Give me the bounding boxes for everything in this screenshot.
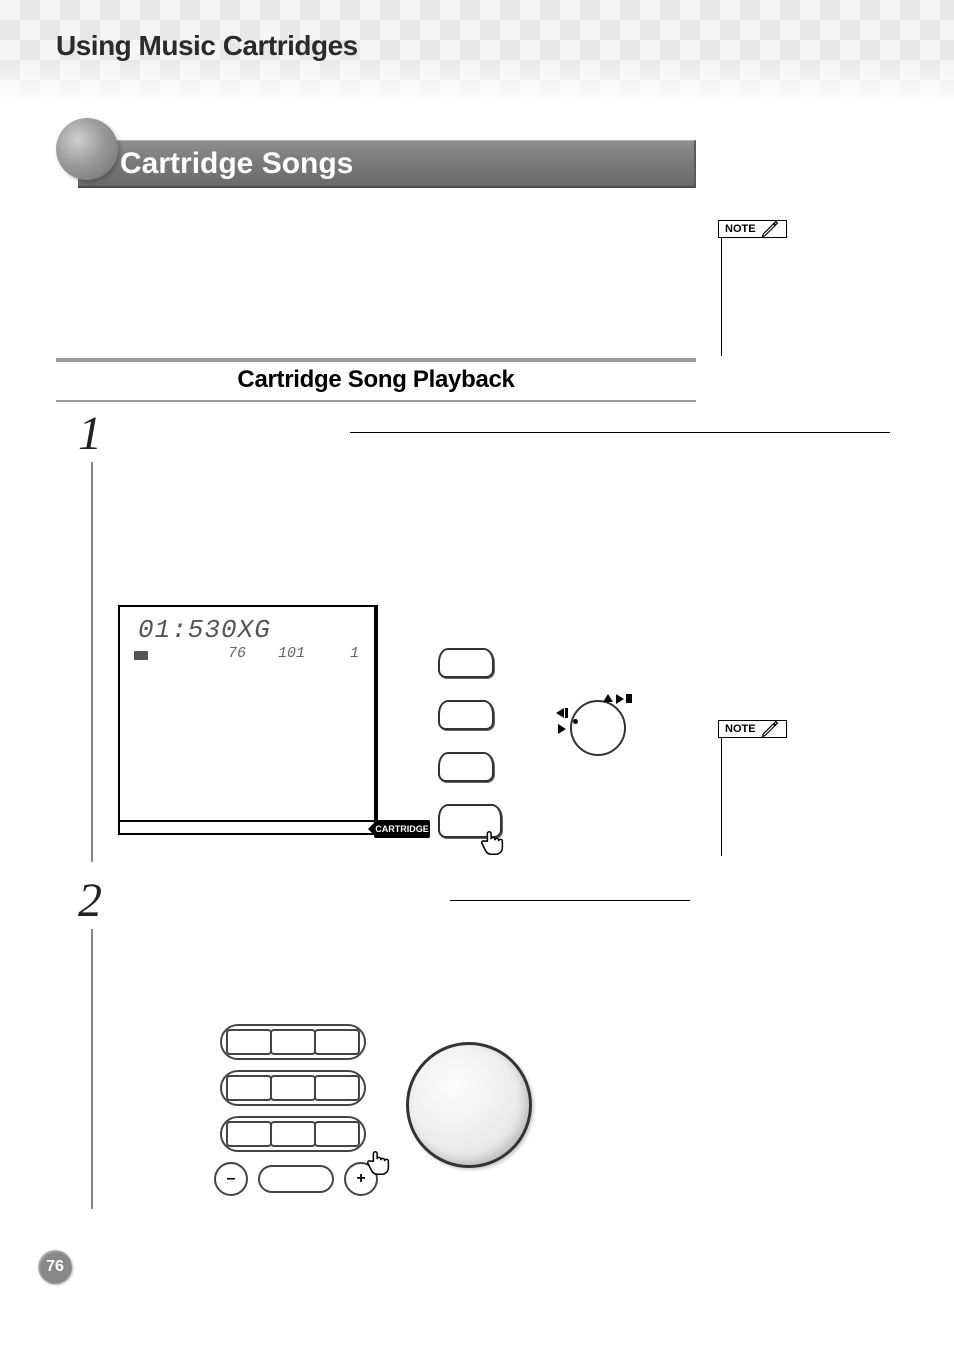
note-rule-1 — [721, 238, 722, 356]
lcd-main-text: 01:530XG — [138, 615, 271, 645]
keypad-key[interactable] — [270, 1029, 316, 1055]
lcd-display: 01:530XG 76 101 1 — [118, 605, 378, 835]
note-rule-2 — [721, 738, 722, 856]
keypad-key[interactable] — [314, 1075, 360, 1101]
dial-dot-icon — [573, 719, 578, 724]
step-rule-1 — [91, 462, 93, 862]
data-dial-large[interactable] — [406, 1042, 532, 1168]
step-title-rule-2 — [450, 900, 690, 901]
step-title-rule-1 — [350, 432, 890, 433]
lcd-value-3: 1 — [350, 645, 359, 662]
keypad-key[interactable] — [226, 1075, 272, 1101]
step-number-1: 1 — [78, 406, 102, 461]
section-title-bar: Cartridge Songs — [78, 140, 696, 188]
lcd-value-1: 76 — [228, 645, 246, 662]
dial-knob-icon — [570, 700, 626, 756]
keypad-key[interactable] — [270, 1075, 316, 1101]
dial-bar-left-icon — [565, 708, 568, 718]
hand-pointer-icon — [364, 1148, 394, 1178]
note-label: NOTE — [725, 223, 756, 235]
number-keypad: – + — [220, 1024, 378, 1196]
keypad-zero-button[interactable] — [258, 1165, 334, 1193]
data-dial-small[interactable] — [570, 700, 626, 756]
step-rule-2 — [91, 929, 93, 1209]
lcd-cartridge-underline — [118, 820, 378, 825]
keypad-key[interactable] — [226, 1121, 272, 1147]
note-callout-2: NOTE — [718, 720, 787, 738]
subsection-heading: Cartridge Song Playback — [56, 358, 696, 402]
pencil-icon — [760, 719, 780, 739]
dial-arrow-play-icon — [616, 694, 624, 704]
step-number-2: 2 — [78, 873, 102, 928]
cartridge-flag: CARTRIDGE — [374, 820, 430, 838]
note-label: NOTE — [725, 723, 756, 735]
dial-arrow-up-icon — [603, 694, 613, 702]
pencil-icon — [760, 219, 780, 239]
panel-button-2[interactable] — [438, 700, 494, 730]
lcd-cartridge-icon — [134, 651, 148, 660]
keypad-key[interactable] — [226, 1029, 272, 1055]
panel-button-3[interactable] — [438, 752, 494, 782]
keypad-key[interactable] — [314, 1121, 360, 1147]
page-header: Using Music Cartridges — [56, 30, 358, 62]
dial-arrow-left-icon — [556, 708, 564, 718]
hand-pointer-icon — [478, 828, 508, 858]
keypad-key[interactable] — [314, 1029, 360, 1055]
lcd-value-2: 101 — [278, 645, 305, 662]
subsection-heading-text: Cartridge Song Playback — [237, 366, 514, 393]
note-callout-1: NOTE — [718, 220, 787, 238]
panel-button-1[interactable] — [438, 648, 494, 678]
dial-stop-icon — [626, 694, 632, 703]
minus-button[interactable]: – — [214, 1162, 248, 1196]
dial-arrow-right-icon — [558, 724, 566, 734]
section-title-circle — [56, 118, 118, 180]
keypad-key[interactable] — [270, 1121, 316, 1147]
page-number-badge: 76 — [38, 1250, 72, 1284]
